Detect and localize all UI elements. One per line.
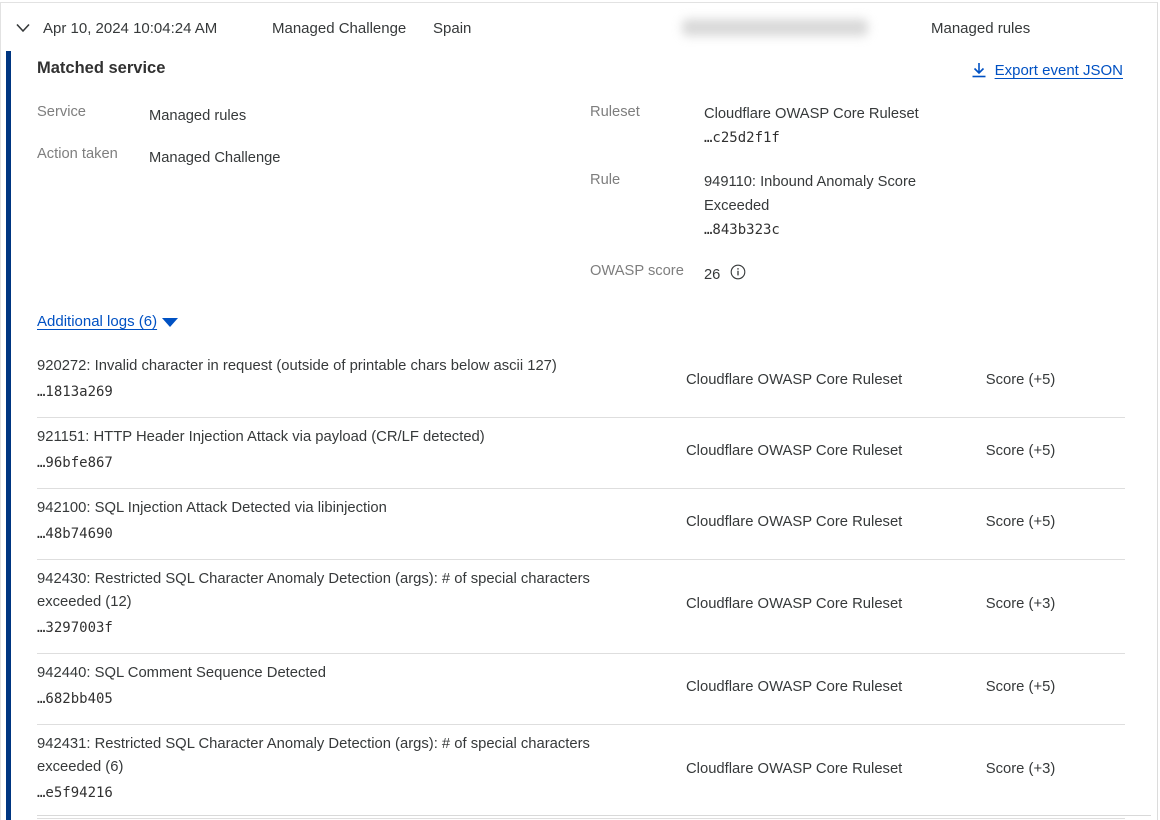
- log-rule-id: …3297003f: [37, 616, 686, 640]
- owasp-score-label: OWASP score: [590, 263, 684, 279]
- action-taken-value: Managed Challenge: [149, 146, 280, 170]
- service-label: Service: [37, 104, 86, 120]
- log-ruleset-name: Cloudflare OWASP Core Ruleset: [686, 443, 958, 459]
- log-ruleset-name: Cloudflare OWASP Core Ruleset: [686, 514, 958, 530]
- ruleset-id: …c25d2f1f: [704, 126, 954, 150]
- rule-id: …843b323c: [704, 218, 944, 242]
- log-rule-description: 942431: Restricted SQL Character Anomaly…: [37, 733, 652, 779]
- log-score: Score (+5): [958, 443, 1125, 459]
- event-service: Managed rules: [931, 20, 1030, 37]
- log-score: Score (+5): [958, 372, 1125, 388]
- rule-name: 949110: Inbound Anomaly Score Exceeded: [704, 170, 944, 218]
- event-action: Managed Challenge: [272, 20, 406, 37]
- log-rule-id: …1813a269: [37, 380, 686, 404]
- log-row: 942431: Restricted SQL Character Anomaly…: [37, 725, 1125, 819]
- log-rule-id: …48b74690: [37, 522, 686, 546]
- log-score: Score (+3): [958, 596, 1125, 612]
- event-country: Spain: [433, 20, 471, 37]
- log-score: Score (+3): [958, 761, 1125, 777]
- owasp-score-value: 26: [704, 263, 720, 287]
- ruleset-value: Cloudflare OWASP Core Ruleset …c25d2f1f: [704, 102, 954, 150]
- log-rule-description: 942440: SQL Comment Sequence Detected: [37, 662, 652, 685]
- log-ruleset-name: Cloudflare OWASP Core Ruleset: [686, 596, 958, 612]
- ruleset-name: Cloudflare OWASP Core Ruleset: [704, 102, 954, 126]
- selected-row-accent-bar: [6, 51, 11, 820]
- event-summary-row[interactable]: Apr 10, 2024 10:04:24 AM Managed Challen…: [1, 3, 1157, 51]
- log-row: 942430: Restricted SQL Character Anomaly…: [37, 560, 1125, 654]
- ruleset-label: Ruleset: [590, 104, 640, 120]
- log-rule-description: 921151: HTTP Header Injection Attack via…: [37, 426, 652, 449]
- chevron-down-icon[interactable]: [15, 22, 31, 34]
- log-score: Score (+5): [958, 679, 1125, 695]
- info-icon[interactable]: [730, 264, 746, 280]
- log-rule-id: …682bb405: [37, 687, 686, 711]
- rule-value: 949110: Inbound Anomaly Score Exceeded ……: [704, 170, 944, 242]
- triangle-down-icon: [162, 318, 178, 327]
- log-rule-description: 942100: SQL Injection Attack Detected vi…: [37, 497, 652, 520]
- log-rule-id: …e5f94216: [37, 781, 686, 805]
- firewall-event-row: Apr 10, 2024 10:04:24 AM Managed Challen…: [0, 2, 1158, 820]
- log-row: 921151: HTTP Header Injection Attack via…: [37, 418, 1125, 489]
- log-rule-description: 942430: Restricted SQL Character Anomaly…: [37, 568, 652, 614]
- service-value: Managed rules: [149, 104, 246, 128]
- log-rule-description: 920272: Invalid character in request (ou…: [37, 355, 652, 378]
- redacted-host-blur: [682, 19, 868, 36]
- log-rule-id: …96bfe867: [37, 451, 686, 475]
- additional-logs-label: Additional logs (6): [37, 313, 157, 330]
- event-timestamp: Apr 10, 2024 10:04:24 AM: [43, 20, 217, 37]
- panel-bottom-divider: [37, 815, 1151, 816]
- download-icon: [971, 62, 987, 79]
- rule-label: Rule: [590, 172, 620, 188]
- log-ruleset-name: Cloudflare OWASP Core Ruleset: [686, 679, 958, 695]
- log-ruleset-name: Cloudflare OWASP Core Ruleset: [686, 372, 958, 388]
- panel-title: Matched service: [37, 59, 165, 78]
- additional-logs-table: 920272: Invalid character in request (ou…: [37, 347, 1125, 819]
- action-taken-label: Action taken: [37, 146, 118, 162]
- log-score: Score (+5): [958, 514, 1125, 530]
- export-event-json-link[interactable]: Export event JSON: [971, 62, 1123, 79]
- additional-logs-toggle[interactable]: Additional logs (6): [37, 313, 178, 330]
- log-row: 942100: SQL Injection Attack Detected vi…: [37, 489, 1125, 560]
- log-row: 942440: SQL Comment Sequence Detected …6…: [37, 654, 1125, 725]
- log-ruleset-name: Cloudflare OWASP Core Ruleset: [686, 761, 958, 777]
- export-event-json-label: Export event JSON: [995, 62, 1123, 79]
- log-row: 920272: Invalid character in request (ou…: [37, 347, 1125, 418]
